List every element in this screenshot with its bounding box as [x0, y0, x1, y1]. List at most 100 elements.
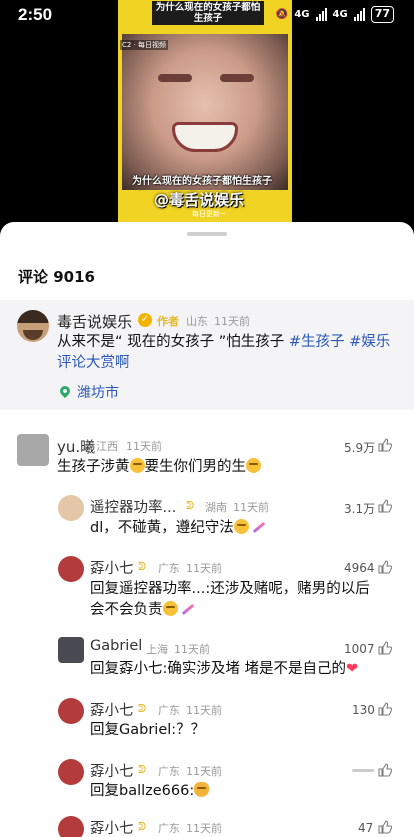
avatar[interactable]	[58, 495, 84, 521]
author-badge: 作者	[157, 315, 179, 328]
comment-text: 回复ballze666:	[90, 781, 210, 802]
video-frame: 为什么现在的女孩子都怕生孩子 C2 · 每日视频 为什么现在的女孩子都怕生孩子 …	[118, 0, 292, 226]
video-bottom-caption: 为什么现在的女孩子都怕生孩子	[132, 176, 272, 187]
thumbs-up-icon[interactable]	[378, 438, 392, 452]
comment-text: 生孩子涉黄 要生你们男的生	[57, 457, 261, 478]
comment-text-line: 回复遥控器功率...:还涉及赌呢，赌男的以后	[90, 581, 370, 597]
video-thumbnail-face	[122, 34, 288, 190]
comment-region: 山东	[186, 315, 208, 328]
like-count-placeholder	[352, 769, 374, 772]
comment-text: 从来不是“ 现在的女孩子 ”怕生孩子 #生孩子 #娱乐评论大赏啊	[57, 332, 397, 374]
location-pin-icon	[57, 383, 73, 399]
thumbs-up-icon[interactable]	[378, 763, 392, 777]
comment-text: 回复遥控器功率...:还涉及赌呢，赌男的以后 会不会负责	[90, 579, 408, 621]
like-count: 3.1万	[344, 502, 376, 516]
eye-shape	[220, 74, 254, 82]
comment-region: 广东	[158, 704, 180, 717]
magic-wand-icon	[249, 520, 267, 534]
comment-text-plain: 从来不是“ 现在的女孩子 ”怕生孩子	[57, 334, 289, 350]
thumbs-up-icon[interactable]	[378, 820, 392, 834]
smirk-emoji-icon	[246, 458, 261, 473]
network-label-1: 4G	[294, 9, 310, 20]
like-count: 5.9万	[344, 441, 376, 455]
comment-text-part: dl，不碰黄，遵纪守法	[90, 520, 234, 536]
comments-sheet: 评论 9016 毒舌说娱乐 ✓ 作者 山东 11天前 从来不是“ 现在的女孩子 …	[0, 222, 414, 837]
comment-region: 广东	[158, 822, 180, 835]
thumbs-up-icon[interactable]	[378, 560, 392, 574]
video-small-tag: C2 · 每日视频	[120, 40, 169, 50]
network-label-2: 4G	[332, 9, 348, 20]
vip-badge-icon: ᕲ	[138, 560, 147, 573]
comment-author[interactable]: 孬小七	[90, 699, 134, 720]
vip-badge-icon: ᕲ	[138, 702, 147, 715]
comment-region: 广东	[158, 562, 180, 575]
grimace-emoji-icon	[129, 458, 145, 473]
vip-badge-icon: ᕲ	[186, 499, 195, 512]
comment-author[interactable]: 遥控器功率...	[90, 496, 176, 517]
like-count: 47	[358, 821, 374, 835]
mute-icon: 🔕	[275, 9, 289, 20]
video-watermark: @毒舌说娱乐	[154, 191, 245, 209]
drag-handle[interactable]	[187, 232, 227, 236]
vip-badge-icon: ᕲ	[138, 763, 147, 776]
avatar[interactable]	[58, 698, 84, 724]
avatar[interactable]	[58, 759, 84, 785]
comment-author[interactable]: 孬小七	[90, 760, 134, 781]
thumbs-up-icon[interactable]	[378, 499, 392, 513]
pinned-comment[interactable]: 毒舌说娱乐 ✓ 作者 山东 11天前 从来不是“ 现在的女孩子 ”怕生孩子 #生…	[0, 300, 414, 410]
comment-time: 11天前	[126, 440, 162, 453]
avatar[interactable]	[58, 637, 84, 663]
signal-icon-2	[353, 8, 365, 21]
comment-time: 11天前	[186, 704, 222, 717]
comment-region: 湖南	[205, 501, 227, 514]
comment-region: 广东	[158, 765, 180, 778]
comment-time: 11天前	[186, 562, 222, 575]
like-count: 4964	[344, 561, 375, 575]
like-count: 130	[352, 703, 375, 717]
comment-region: 上海	[146, 643, 168, 656]
location-link[interactable]: 潍坊市	[77, 382, 119, 402]
like-count: 1007	[344, 642, 375, 656]
status-time: 2:50	[18, 5, 53, 24]
comment-text-line: 会不会负责	[90, 602, 163, 618]
magic-wand-icon	[178, 602, 196, 616]
comment-time: 11天前	[214, 315, 250, 328]
avatar[interactable]	[58, 556, 84, 582]
eye-shape	[158, 74, 192, 82]
grimace-emoji-icon	[162, 601, 178, 616]
comment-author[interactable]: 孬小七	[90, 557, 134, 578]
comment-region: 江西	[96, 440, 118, 453]
avatar[interactable]	[17, 434, 49, 466]
video-player[interactable]: 为什么现在的女孩子都怕生孩子 C2 · 每日视频 为什么现在的女孩子都怕生孩子 …	[0, 0, 414, 226]
comment-time: 11天前	[233, 501, 269, 514]
comment-time: 11天前	[186, 765, 222, 778]
comment-author[interactable]: 毒舌说娱乐	[57, 311, 132, 332]
comment-text-part: 回复孬小七:确实涉及堵 堵是不是自己的	[90, 661, 346, 677]
comment-text: dl，不碰黄，遵纪守法	[90, 518, 267, 539]
video-subtitle: 每日更新~	[192, 210, 226, 218]
cat-emoji-icon	[194, 782, 210, 797]
hashtag-link[interactable]: #生孩子	[289, 334, 345, 350]
status-bar: 2:50 🔕 4G 4G 77	[0, 0, 414, 30]
thumbs-up-icon[interactable]	[378, 702, 392, 716]
comment-text: 回复孬小七:确实涉及堵 堵是不是自己的❤	[90, 659, 358, 680]
signal-icon	[315, 8, 327, 21]
avatar[interactable]	[58, 816, 84, 837]
thumbs-up-icon[interactable]	[378, 641, 392, 655]
mouth-shape	[172, 122, 238, 152]
comment-count: 评论 9016	[18, 268, 95, 286]
comment-author[interactable]: 孬小七	[90, 817, 134, 837]
heart-icon: ❤	[346, 661, 359, 677]
comment-time: 11天前	[174, 643, 210, 656]
comment-text-part: 生孩子涉黄	[57, 459, 130, 475]
comment-author[interactable]: yu.曦	[57, 436, 95, 457]
battery-icon: 77	[370, 6, 394, 23]
status-icons: 🔕 4G 4G 77	[276, 6, 394, 23]
comment-text: 回复Gabriel:？？	[90, 722, 206, 738]
avatar[interactable]	[17, 310, 49, 342]
comment-author[interactable]: Gabriel	[90, 638, 142, 654]
comment-text-part: 要生你们男的生	[144, 459, 247, 475]
comment-text-part: 回复ballze666:	[90, 783, 195, 799]
vip-badge-icon: ᕲ	[138, 820, 147, 833]
grimace-emoji-icon	[233, 519, 249, 534]
